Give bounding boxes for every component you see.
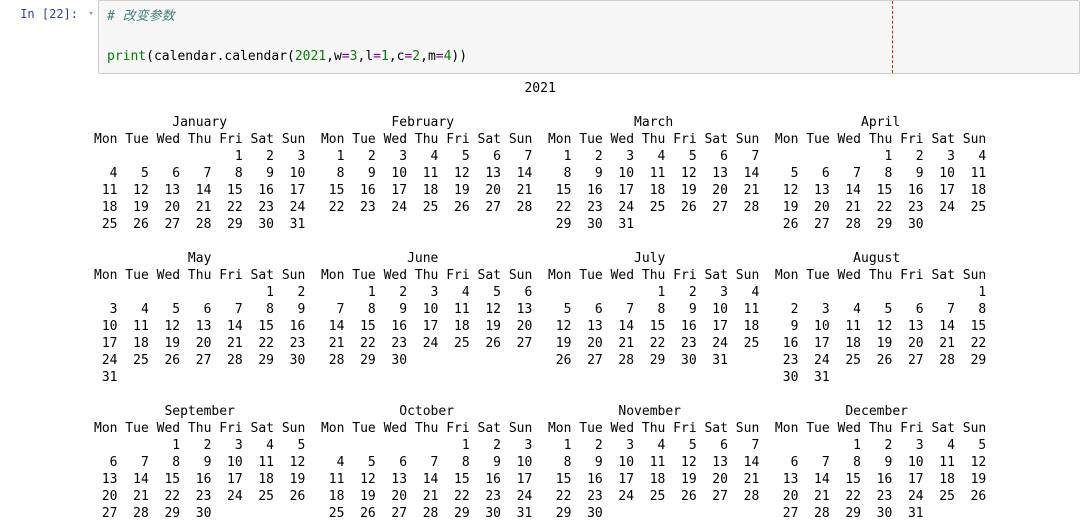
calendar-text: 2021 January February March April Mon Tu… (94, 80, 1080, 521)
code-ruler (892, 1, 893, 73)
chevron-down-icon: ▾ (88, 9, 93, 19)
input-cell: In [22]: ▾ # 改变参数 print(calendar.calenda… (0, 0, 1080, 74)
code-line-print: print(calendar.calendar(2021,w=3,l=1,c=2… (107, 47, 1071, 67)
code-editor[interactable]: # 改变参数 print(calendar.calendar(2021,w=3,… (98, 0, 1080, 74)
cell-output: 2021 January February March April Mon Tu… (0, 74, 1080, 521)
cell-collapser[interactable]: ▾ (84, 0, 98, 74)
notebook: In [22]: ▾ # 改变参数 print(calendar.calenda… (0, 0, 1080, 521)
code-comment: # 改变参数 (107, 9, 175, 24)
cell-prompt: In [22]: (0, 0, 84, 74)
code-blank-line (107, 27, 1071, 47)
